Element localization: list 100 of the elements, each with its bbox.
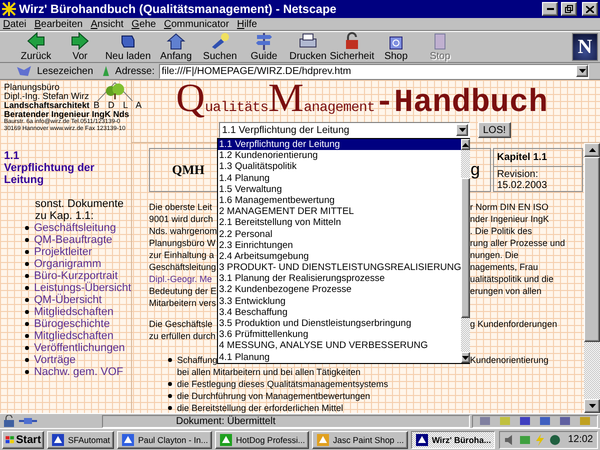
go-button[interactable]: LOS! [478,122,511,138]
taskbar-button[interactable]: Jasc Paint Shop ... [312,430,408,448]
toolbar-button[interactable]: Shop [374,32,418,62]
body-text: die Festlegung dieses Qualitätsmanagementsystems [177,378,388,390]
document-link[interactable]: Projektleiter [34,246,92,258]
document-link[interactable]: Mitgliedschaften [34,306,114,318]
dropdown-option[interactable]: 4 MESSUNG, ANALYSE UND VERBESSERUNG [218,340,462,352]
body-text: Die Geschäftsle [149,318,213,330]
component-icon[interactable] [539,416,551,426]
app-icon [414,432,429,446]
body-text: zur Einhaltung a [149,249,214,261]
body-text: Planungsbüro W [149,237,216,249]
dropdown-option[interactable]: 3.4 Beschaffung [218,306,462,318]
dropdown-option[interactable]: 3.2 Kundenbezogene Prozesse [218,284,462,296]
chapter-select[interactable]: 1.1 Verpflichtung der Leitung [219,122,470,138]
document-link[interactable]: Geschäftsleitung [34,222,116,234]
app-icon [2,2,16,16]
body-text: rung aller Prozesse und [470,237,566,249]
toolbar-button[interactable]: Suchen [198,32,242,62]
dropdown-option[interactable]: 2.1 Bereitstellung von Mitteln [218,217,462,228]
taskbar-button[interactable]: Paul Clayton - In... [117,430,212,448]
dropdown-option[interactable]: 3.6 Prüfmittellenkung [218,329,462,340]
taskbar-button[interactable]: SFAutomat [47,430,114,448]
document-link[interactable]: Vorträge [34,354,76,366]
document-link[interactable]: Leistungs-Übersicht [34,282,132,294]
scrollbar[interactable] [461,139,470,363]
body-text: die Bereitstellung der erforderlichen Mittel [177,402,344,413]
body-text: Bedeutung der E [149,285,217,297]
dropdown-option[interactable]: 2 MANAGEMENT DER MITTEL [218,206,462,218]
document-link[interactable]: QM-Beauftragte [34,234,112,246]
menu-item[interactable]: Hilfe [237,18,258,30]
body-text: 9001 wird durch [149,213,214,225]
scrollbar[interactable] [584,143,600,413]
dropdown-option[interactable]: 2.3 Einrichtungen [218,240,462,251]
body-text: . Die Politik des [470,225,532,237]
chapter-title: Verpflichtung der Leitung [4,162,96,186]
dropdown-option[interactable]: 1.6 Managementbewertung [218,194,462,206]
dropdown-option[interactable]: 1.5 Verwaltung [218,184,462,195]
dropdown-option[interactable]: 1.1 Verpflichtung der Leitung [218,139,462,150]
connection-icon [18,416,38,426]
bullet-icon [25,262,29,266]
padlock-icon [2,415,16,427]
start-button[interactable]: Start [2,430,44,448]
bullet-icon [25,274,29,278]
document-link[interactable]: Nachw. gem. VOF [34,366,124,378]
dropdown-option[interactable]: 3.1 Planung der Realisierungsprozesse [218,273,462,284]
document-link[interactable]: Büro-Kurzportrait [34,270,118,282]
address-field[interactable]: file:///F|/HOMEPAGE/WIRZ.DE/hdprev.htm [158,64,589,78]
dropdown-option[interactable]: 3.5 Produktion und Dienstleistungserbringung [218,318,462,330]
dropdown-option[interactable]: 1.3 Qualitätspolitik [218,161,462,173]
toolbar-button[interactable]: Neu laden [102,32,154,62]
minimize-button[interactable] [542,2,558,16]
dropdown-option[interactable]: 1.4 Planung [218,172,462,184]
dropdown-option[interactable]: 3 PRODUKT- UND DIENSTLEISTUNGSREALISIERUNG [218,262,462,274]
minimize-icon [546,8,554,10]
document-link[interactable]: Veröffentlichungen [34,342,125,354]
bullet-icon [25,358,29,362]
bullet-icon [168,382,172,386]
document-tag: QMH [172,162,204,178]
dropdown-option[interactable]: 4.1 Planung [218,352,462,363]
maximize-button[interactable] [561,2,577,16]
toolbar-button[interactable]: Drucken [286,32,330,62]
taskbar-button[interactable]: HotDog Professi... [214,430,309,448]
revision-date: 15.02.2003 [496,180,548,191]
toolbar-button[interactable]: Vor [58,32,102,62]
close-button[interactable] [582,2,598,16]
body-text: nagements, Frau [470,261,538,273]
dropdown-option[interactable]: 1.2 Kundenorientierung [218,150,462,162]
toolbar-button[interactable]: Guide [242,32,286,62]
document-link[interactable]: Organigramm [34,258,102,270]
bookmarks-button[interactable]: Lesezeichen [16,65,98,77]
menu-item[interactable]: Datei [3,18,26,30]
page-title: QualitätsManagement-Handbuch [176,80,548,122]
bullet-icon [168,406,172,410]
menu-item[interactable]: Gehe [132,18,156,30]
menu-item[interactable]: Ansicht [90,18,124,30]
dropdown-option[interactable]: 2.2 Personal [218,228,462,240]
owner-name: Dipl.-Ing. Stefan Wirz [4,92,90,101]
body-text: Schaffung [177,354,218,366]
app-icon [218,432,233,446]
body-text: bei allen Mitarbeitern und bei allen Tätigkeiten [177,366,360,378]
document-link[interactable]: QM-Übersicht [34,294,102,306]
dropdown-option[interactable]: 3.3 Entwicklung [218,296,462,307]
body-text: die Durchführung von Managementbewertungen [177,390,370,402]
body-text: r Norm DIN EN ISO [470,201,549,213]
back-arrow-icon [25,32,47,50]
component-icon[interactable] [559,416,571,426]
toolbar-button[interactable]: Anfang [154,32,198,62]
document-link[interactable]: Mitgliedschaften [34,330,114,342]
document-link[interactable]: Bürogeschichte [34,318,110,330]
text-link[interactable]: Dipl.-Geogr. Me [149,273,212,285]
component-icon[interactable] [519,416,531,426]
bullet-icon [25,250,29,254]
component-icon[interactable] [479,416,491,426]
taskbar-button[interactable]: Wirz' Büroha... [410,430,495,448]
toolbar-button[interactable]: Zurück [14,32,58,62]
dropdown-option[interactable]: 2.4 Arbeitsumgebung [218,250,462,262]
menu-item[interactable]: Bearbeiten [34,18,83,30]
menu-item[interactable]: Communicator [164,18,230,30]
toolbar-button[interactable]: Sicherheit [330,32,374,62]
